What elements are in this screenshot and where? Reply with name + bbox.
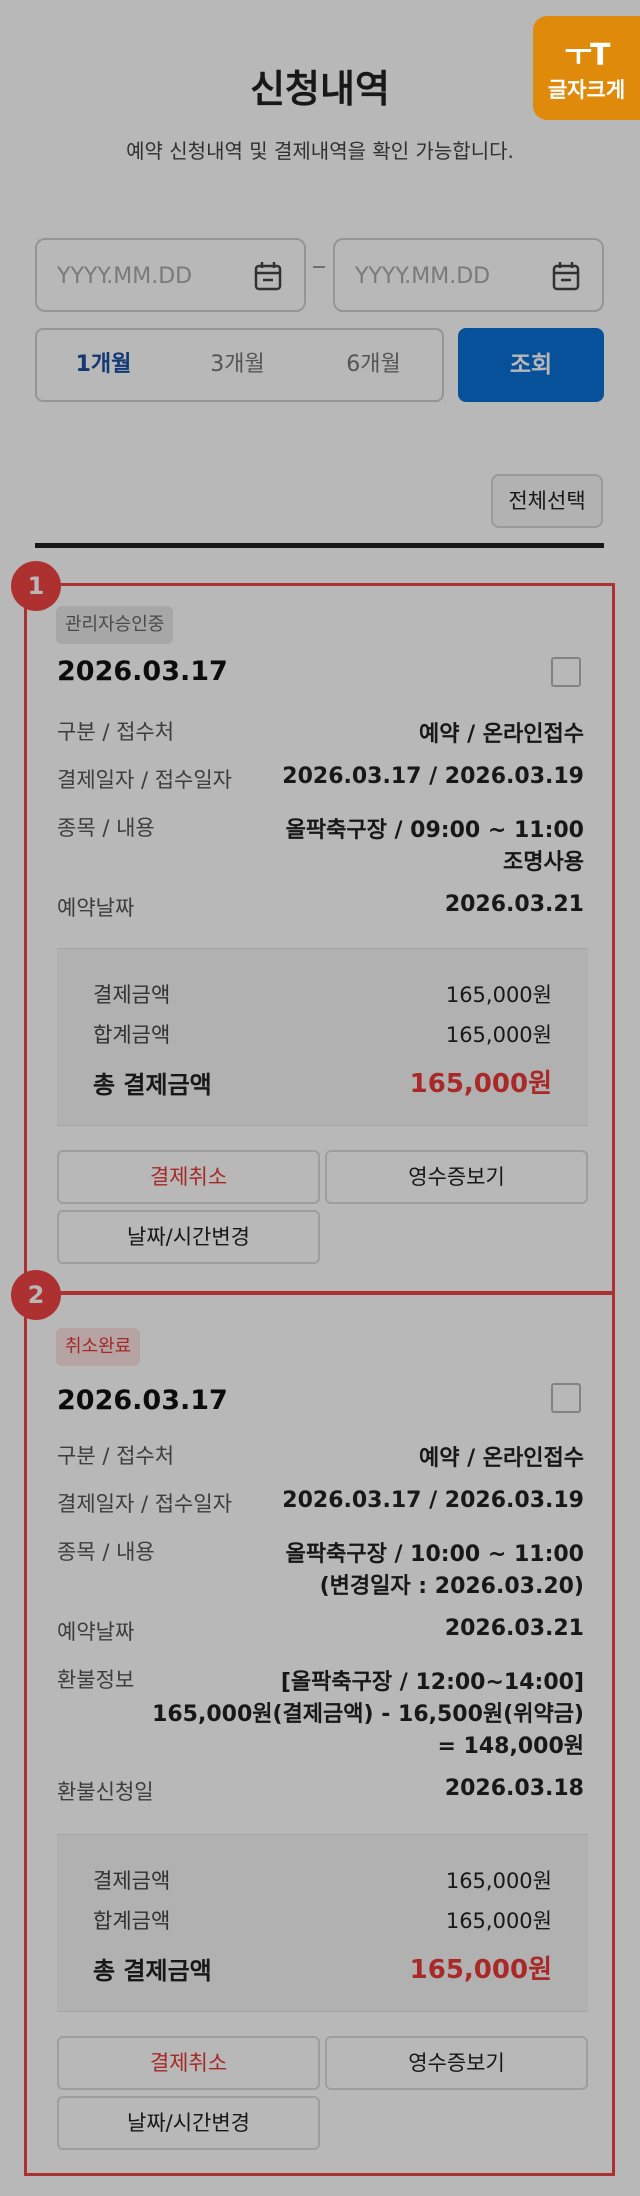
pay-amount-value: 165,000원 bbox=[445, 1869, 552, 1893]
annotation-number: 1 bbox=[11, 561, 61, 611]
row-label-reservation-date: 예약날짜 bbox=[57, 1620, 135, 1644]
row-value-reservation-date: 2026.03.21 bbox=[444, 1616, 584, 1641]
row-label-item: 종목 / 내용 bbox=[57, 1540, 155, 1564]
sum-amount-value: 165,000원 bbox=[445, 1023, 552, 1047]
end-date-placeholder: YYYY.MM.DD bbox=[355, 264, 491, 289]
change-datetime-button[interactable]: 날짜/시간변경 bbox=[57, 1210, 320, 1264]
select-all-button[interactable]: 전체선택 bbox=[491, 474, 603, 528]
total-amount-label: 총 결제금액 bbox=[93, 1071, 212, 1099]
change-datetime-button[interactable]: 날짜/시간변경 bbox=[57, 2096, 320, 2150]
period-3-month[interactable]: 3개월 bbox=[170, 328, 307, 402]
row-value-refund-date: 2026.03.18 bbox=[444, 1776, 584, 1801]
row-value-dates: 2026.03.17 / 2026.03.19 bbox=[282, 764, 584, 789]
row-value-item: 올팍축구장 / 10:00 ~ 11:00 bbox=[285, 1542, 584, 1567]
page: 신청내역 예약 신청내역 및 결제내역을 확인 가능합니다. YYYY.MM.D… bbox=[0, 0, 640, 2196]
row-label-reservation-date: 예약날짜 bbox=[57, 896, 135, 920]
row-value-item: 올팍축구장 / 09:00 ~ 11:00 bbox=[285, 818, 584, 843]
view-receipt-button[interactable]: 영수증보기 bbox=[325, 1150, 588, 1204]
font-size-label: 글자크게 bbox=[547, 78, 626, 102]
cancel-payment-button[interactable]: 결제취소 bbox=[57, 1150, 320, 1204]
end-date-input[interactable]: YYYY.MM.DD bbox=[333, 238, 604, 312]
row-value-refund-total: = 148,000원 bbox=[437, 1734, 584, 1759]
row-value-item-detail: 조명사용 bbox=[503, 850, 584, 875]
pay-amount-value: 165,000원 bbox=[445, 983, 552, 1007]
sum-amount-label: 합계금액 bbox=[93, 1023, 171, 1047]
row-value-refund-info: [올팍축구장 / 12:00~14:00] bbox=[280, 1670, 584, 1695]
payment-summary: 결제금액 165,000원 합계금액 165,000원 총 결제금액 165,0… bbox=[57, 948, 588, 1126]
start-date-input[interactable]: YYYY.MM.DD bbox=[35, 238, 306, 312]
row-label-refund-info: 환불정보 bbox=[57, 1668, 135, 1692]
history-card-2: 취소완료 2026.03.17 구분 / 접수처 예약 / 온라인접수 결제일자… bbox=[24, 1292, 615, 2176]
row-label-type: 구분 / 접수처 bbox=[57, 1444, 175, 1468]
period-1-month[interactable]: 1개월 bbox=[35, 328, 172, 402]
total-amount-label: 총 결제금액 bbox=[93, 1957, 212, 1985]
row-value-type: 예약 / 온라인접수 bbox=[418, 1446, 584, 1471]
search-button[interactable]: 조회 bbox=[458, 328, 604, 402]
sum-amount-label: 합계금액 bbox=[93, 1909, 171, 1933]
payment-summary: 결제금액 165,000원 합계금액 165,000원 총 결제금액 165,0… bbox=[57, 1834, 588, 2012]
date-range-separator bbox=[313, 266, 325, 268]
select-checkbox[interactable] bbox=[551, 657, 581, 687]
cancel-payment-button[interactable]: 결제취소 bbox=[57, 2036, 320, 2090]
row-value-type: 예약 / 온라인접수 bbox=[418, 722, 584, 747]
annotation-number: 2 bbox=[11, 1270, 61, 1320]
pay-amount-label: 결제금액 bbox=[93, 983, 171, 1007]
card-date: 2026.03.17 bbox=[57, 1385, 228, 1416]
history-card-1: 관리자승인중 2026.03.17 구분 / 접수처 예약 / 온라인접수 결제… bbox=[24, 583, 615, 1294]
card-date: 2026.03.17 bbox=[57, 656, 228, 687]
pay-amount-label: 결제금액 bbox=[93, 1869, 171, 1893]
sum-amount-value: 165,000원 bbox=[445, 1909, 552, 1933]
total-amount-value: 165,000원 bbox=[409, 1069, 552, 1099]
row-value-reservation-date: 2026.03.21 bbox=[444, 892, 584, 917]
row-label-refund-date: 환불신청일 bbox=[57, 1780, 154, 1804]
row-value-dates: 2026.03.17 / 2026.03.19 bbox=[282, 1488, 584, 1513]
status-badge: 관리자승인중 bbox=[56, 606, 174, 644]
row-label-dates: 결제일자 / 접수일자 bbox=[57, 768, 232, 792]
calendar-icon[interactable] bbox=[254, 261, 282, 291]
row-label-item: 종목 / 내용 bbox=[57, 816, 155, 840]
view-receipt-button[interactable]: 영수증보기 bbox=[325, 2036, 588, 2090]
status-badge: 취소완료 bbox=[56, 1328, 141, 1366]
select-checkbox[interactable] bbox=[551, 1383, 581, 1413]
calendar-icon[interactable] bbox=[552, 261, 580, 291]
row-value-refund-calc: 165,000원(결제금액) - 16,500원(위약금) bbox=[152, 1702, 584, 1727]
page-subtitle: 예약 신청내역 및 결제내역을 확인 가능합니다. bbox=[126, 139, 514, 163]
text-size-icon: ㅜT bbox=[564, 38, 610, 73]
total-amount-value: 165,000원 bbox=[409, 1955, 552, 1985]
list-divider bbox=[35, 543, 604, 548]
font-size-button[interactable]: ㅜT 글자크게 bbox=[533, 16, 640, 120]
period-6-month[interactable]: 6개월 bbox=[305, 328, 444, 402]
row-label-type: 구분 / 접수처 bbox=[57, 720, 175, 744]
row-value-item-detail: (변경일자 : 2026.03.20) bbox=[319, 1574, 584, 1599]
row-label-dates: 결제일자 / 접수일자 bbox=[57, 1492, 232, 1516]
start-date-placeholder: YYYY.MM.DD bbox=[57, 264, 193, 289]
